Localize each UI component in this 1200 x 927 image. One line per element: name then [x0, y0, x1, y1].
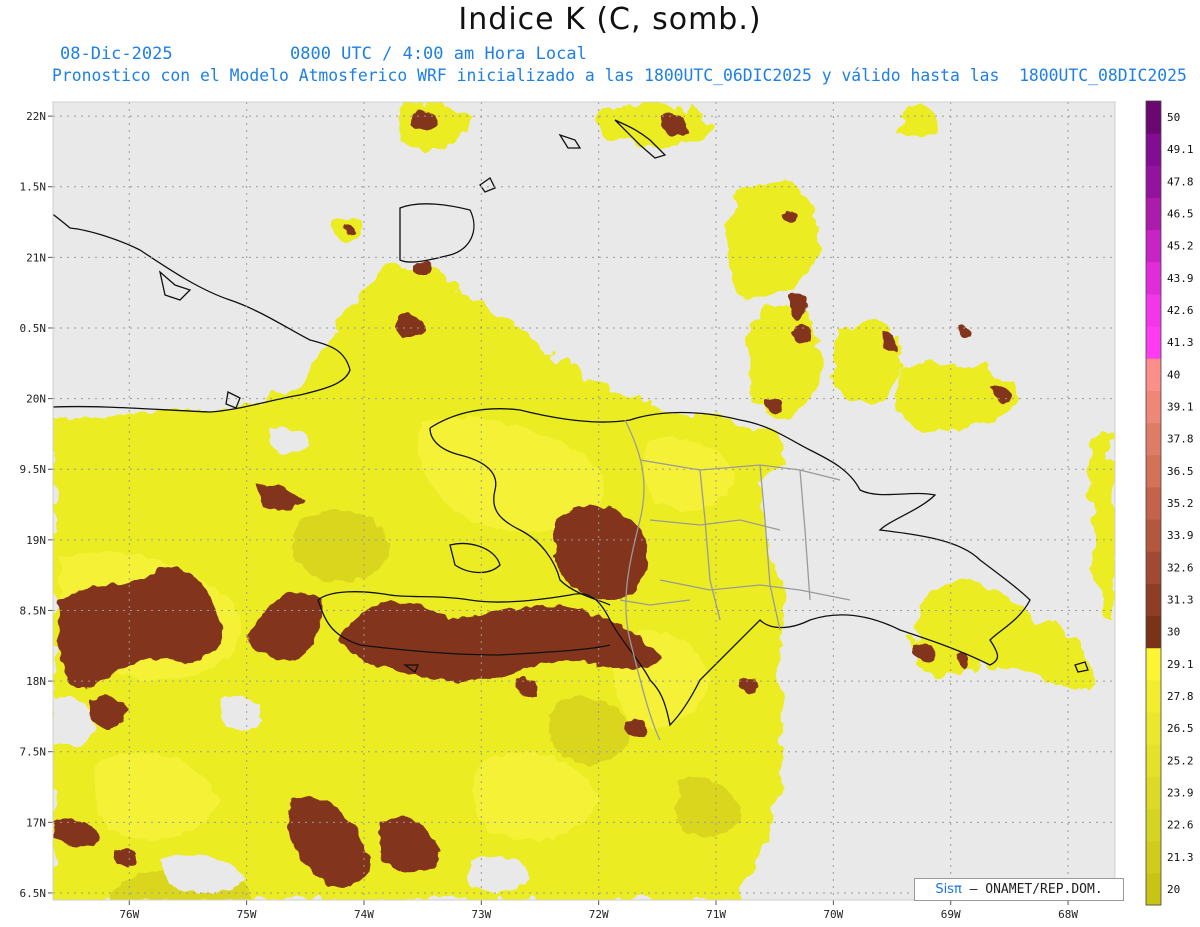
colorbar-swatch	[1146, 808, 1161, 842]
colorbar-label: 27.8	[1167, 690, 1194, 703]
colorbar-swatch	[1146, 165, 1161, 198]
x-tick-label: 70W	[823, 908, 843, 921]
y-tick-label: 9.5N	[20, 463, 47, 476]
colorbar-swatch	[1146, 358, 1161, 391]
x-tick-label: 69W	[941, 908, 961, 921]
colorbar-swatch	[1146, 776, 1161, 810]
colorbar-label: 41.3	[1167, 336, 1194, 349]
colorbar-swatch	[1146, 712, 1161, 745]
colorbar-label: 31.3	[1167, 593, 1194, 606]
colorbar-label: 50	[1167, 111, 1180, 124]
colorbar-label: 36.5	[1167, 465, 1194, 478]
x-tick-label: 72W	[589, 908, 609, 921]
k-index-map: 76W 75W 74W 73W 72W 71W 70W 69W 68W 22N 1.5N 21N 0.5…	[20, 100, 1194, 921]
colorbar-label: 42.6	[1167, 304, 1194, 317]
colorbar-swatch	[1146, 647, 1161, 681]
x-tick-label: 73W	[471, 908, 491, 921]
colorbar-swatch	[1146, 101, 1161, 134]
x-tick-label: 75W	[237, 908, 257, 921]
y-tick-label: 1.5N	[20, 181, 47, 194]
y-tick-label: 22N	[26, 110, 46, 123]
colorbar-label: 49.1	[1167, 143, 1194, 156]
colorbar-label: 23.9	[1167, 786, 1194, 799]
credit-separator: –	[969, 882, 986, 897]
colorbar-swatch	[1146, 551, 1161, 584]
colorbar-swatch	[1146, 197, 1161, 231]
colorbar-swatch	[1146, 744, 1161, 777]
colorbar-swatch	[1146, 486, 1161, 520]
y-tick-label: 6.5N	[20, 887, 47, 900]
colorbar-swatch	[1146, 326, 1161, 359]
colorbar-label: 40	[1167, 368, 1180, 381]
y-tick-label: 8.5N	[20, 604, 47, 617]
colorbar-swatch	[1146, 261, 1161, 295]
colorbar-swatch	[1146, 840, 1161, 874]
colorbar-label: 29.1	[1167, 658, 1194, 671]
x-tick-label: 76W	[119, 908, 139, 921]
credit-text: ONAMET/REP.DOM.	[985, 882, 1103, 897]
y-tick-label: 18N	[26, 675, 46, 688]
colorbar-label: 25.2	[1167, 754, 1194, 767]
colorbar-label: 30	[1167, 626, 1180, 639]
y-tick-label: 21N	[26, 251, 46, 264]
colorbar-label: 39.1	[1167, 401, 1194, 414]
colorbar-swatch	[1146, 454, 1161, 488]
colorbar-label: 43.9	[1167, 272, 1194, 285]
y-tick-label: 20N	[26, 393, 46, 406]
x-tick-label: 68W	[1058, 908, 1078, 921]
colorbar-label: 33.9	[1167, 529, 1194, 542]
colorbar-swatch	[1146, 422, 1161, 456]
colorbar-label: 32.6	[1167, 561, 1194, 574]
colorbar-label: 45.2	[1167, 240, 1194, 253]
colorbar-swatch	[1146, 872, 1161, 906]
sispi-logo: Sisπ	[935, 882, 962, 897]
x-tick-label: 74W	[354, 908, 374, 921]
y-tick-label: 0.5N	[20, 322, 47, 335]
colorbar-swatch	[1146, 133, 1161, 166]
colorbar-swatch	[1146, 390, 1161, 424]
colorbar-swatch	[1146, 519, 1161, 552]
colorbar-swatch	[1146, 583, 1161, 617]
colorbar-swatch	[1146, 229, 1161, 263]
y-tick-label: 19N	[26, 534, 46, 547]
colorbar-label: 22.6	[1167, 819, 1194, 832]
colorbar-label: 37.8	[1167, 433, 1194, 446]
y-tick-label: 7.5N	[20, 746, 47, 759]
colorbar-swatch	[1146, 679, 1161, 713]
colorbar-label: 26.5	[1167, 722, 1194, 735]
colorbar-swatch	[1146, 293, 1161, 327]
colorbar-label: 47.8	[1167, 175, 1194, 188]
x-tick-label: 71W	[706, 908, 726, 921]
colorbar-label: 21.3	[1167, 851, 1194, 864]
colorbar-label: 46.5	[1167, 208, 1194, 221]
colorbar-label: 35.2	[1167, 497, 1194, 510]
y-tick-label: 17N	[26, 816, 46, 829]
colorbar: 20 21.3 22.6 23.9 25.2 26.5 27.8 29.1 30 31.3 32.6…	[1145, 100, 1194, 906]
colorbar-swatch	[1146, 615, 1161, 649]
colorbar-label: 20	[1167, 883, 1180, 896]
credit-box: Sisπ – ONAMET/REP.DOM.	[914, 878, 1124, 901]
